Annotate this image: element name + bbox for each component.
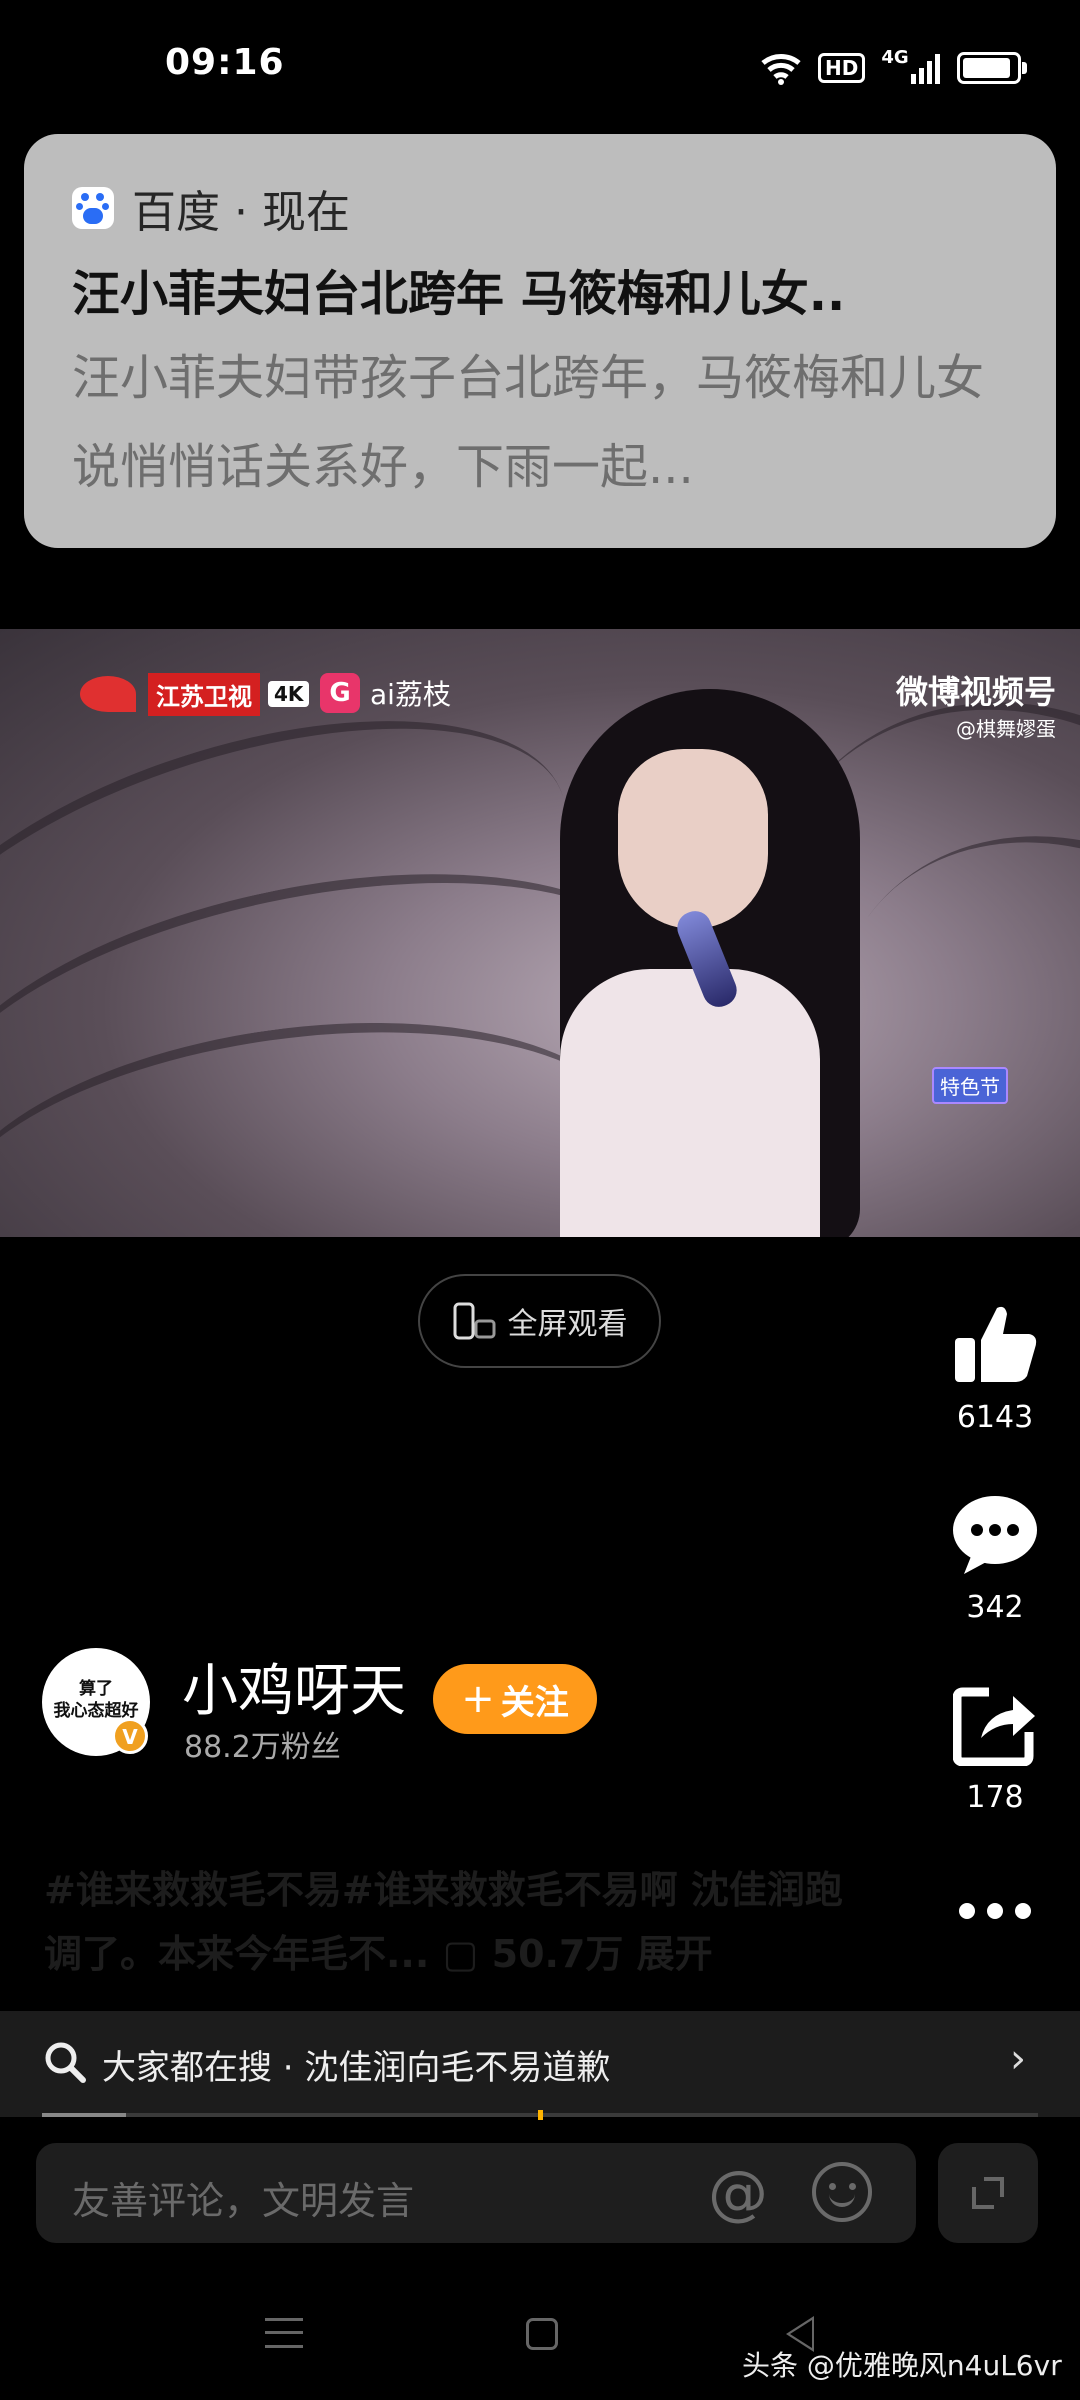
jiangsu-tv-icon: [80, 672, 140, 716]
more-dots-icon: [959, 1903, 1031, 1919]
plus-icon: +: [461, 1676, 495, 1722]
network-type-label: 4G: [881, 47, 909, 68]
signal-icon: [910, 54, 940, 84]
chevron-right-icon: ›: [1010, 2036, 1026, 2082]
battery-fill: [962, 58, 1010, 78]
notification-banner[interactable]: 百度 · 现在 汪小菲夫妇台北跨年 马筱梅和儿女.. 汪小菲夫妇带孩子台北跨年，…: [24, 134, 1056, 548]
show-badge: 特色节: [932, 1067, 1008, 1104]
expand-icon: [972, 2177, 1004, 2209]
singer-face: [618, 749, 768, 929]
notification-app: 百度 · 现在: [72, 176, 350, 240]
notification-app-name: 百度 · 现在: [132, 187, 350, 238]
notification-title: 汪小菲夫妇台北跨年 马筱梅和儿女..: [72, 266, 846, 322]
video-caption[interactable]: #谁来救救毛不易#谁来救救毛不易啊 沈佳润跑调了。本来今年毛不... ▢ 50.…: [44, 1858, 844, 1986]
battery-icon: [956, 52, 1027, 84]
avatar-text: 算了 我心态超好: [53, 1679, 139, 1721]
status-icons: HD 4G: [760, 46, 1027, 90]
toutiao-watermark: 头条 @优雅晚风n4uL6vr: [742, 2349, 1062, 2382]
weibo-watermark-handle: @棋舞嫪蛋: [956, 717, 1056, 741]
nav-menu-button[interactable]: [265, 2318, 303, 2348]
expand-comment-button[interactable]: [938, 2143, 1038, 2243]
trending-search-text: 大家都在搜 · 沈佳润向毛不易道歉: [102, 2048, 611, 2088]
4k-badge: 4K: [268, 681, 310, 707]
weibo-watermark-title: 微博视频号: [895, 673, 1056, 711]
weibo-watermark: 微博视频号 @棋舞嫪蛋: [896, 667, 1056, 742]
comment-bubble-icon: [953, 1496, 1037, 1574]
nav-home-button[interactable]: [526, 2318, 558, 2350]
singer-dress: [560, 969, 820, 1237]
search-icon: [45, 2042, 86, 2083]
wifi-icon: [761, 54, 801, 85]
share-count: 178: [966, 1780, 1024, 1815]
share-icon: [952, 1687, 1035, 1767]
author-fans-count: 88.2万粉丝: [184, 1730, 341, 1765]
author-name[interactable]: 小鸡呀天: [182, 1646, 406, 1727]
like-count: 6143: [956, 1400, 1034, 1435]
comment-count: 342: [966, 1590, 1024, 1625]
follow-button[interactable]: + 关注: [433, 1664, 597, 1734]
baidu-app-icon: [72, 187, 114, 229]
jiangsu-tv-logo: 江苏卫视 4K: [80, 672, 310, 716]
jiangsu-tv-label: 江苏卫视: [148, 672, 260, 716]
share-button[interactable]: 178: [940, 1686, 1050, 1815]
more-button[interactable]: [940, 1896, 1050, 1931]
comment-placeholder: 友善评论，文明发言: [72, 2179, 415, 2223]
like-button[interactable]: 6143: [940, 1302, 1050, 1435]
fullscreen-label: 全屏观看: [507, 1307, 628, 1342]
thumbs-up-icon: [955, 1306, 1037, 1382]
progress-marker: [538, 2110, 543, 2120]
video-player[interactable]: 江苏卫视 4K G ai荔枝 微博视频号 @棋舞嫪蛋 特色节: [0, 629, 1080, 1237]
ai-litchi-label: ai荔枝: [370, 678, 451, 711]
rotate-phone-icon: [453, 1302, 495, 1340]
video-progress-fill: [42, 2113, 126, 2117]
hd-icon: HD: [818, 53, 866, 83]
fullscreen-button[interactable]: 全屏观看: [418, 1274, 661, 1368]
emoji-icon[interactable]: [812, 2162, 872, 2222]
comment-button[interactable]: 342: [940, 1492, 1050, 1625]
follow-label: 关注: [500, 1682, 569, 1723]
at-mention-icon[interactable]: @: [708, 2158, 768, 2228]
litchi-icon: G: [320, 673, 360, 713]
ai-litchi-logo: G ai荔枝: [320, 673, 451, 713]
verified-badge-icon: V: [112, 1718, 148, 1754]
status-time: 09:16: [165, 42, 285, 83]
notification-body: 汪小菲夫妇带孩子台北跨年，马筱梅和儿女说悄悄话关系好，下雨一起...: [72, 350, 985, 495]
